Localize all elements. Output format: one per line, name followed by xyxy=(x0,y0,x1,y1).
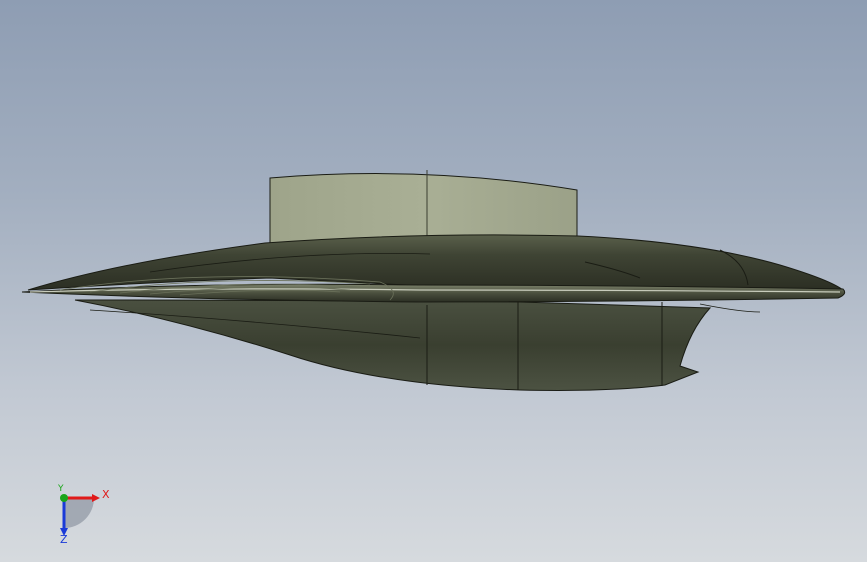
graphics-viewport[interactable]: X Y Z xyxy=(0,0,867,562)
y-axis-label: Y xyxy=(58,484,64,494)
x-axis-label: X xyxy=(102,488,110,501)
reference-triad: X Y Z xyxy=(48,482,118,546)
lower-hull[interactable] xyxy=(74,299,761,391)
3d-model-view[interactable] xyxy=(0,0,867,562)
z-axis-label: Z xyxy=(60,533,68,546)
side-rail[interactable] xyxy=(21,283,846,303)
upper-hull[interactable] xyxy=(27,234,845,293)
